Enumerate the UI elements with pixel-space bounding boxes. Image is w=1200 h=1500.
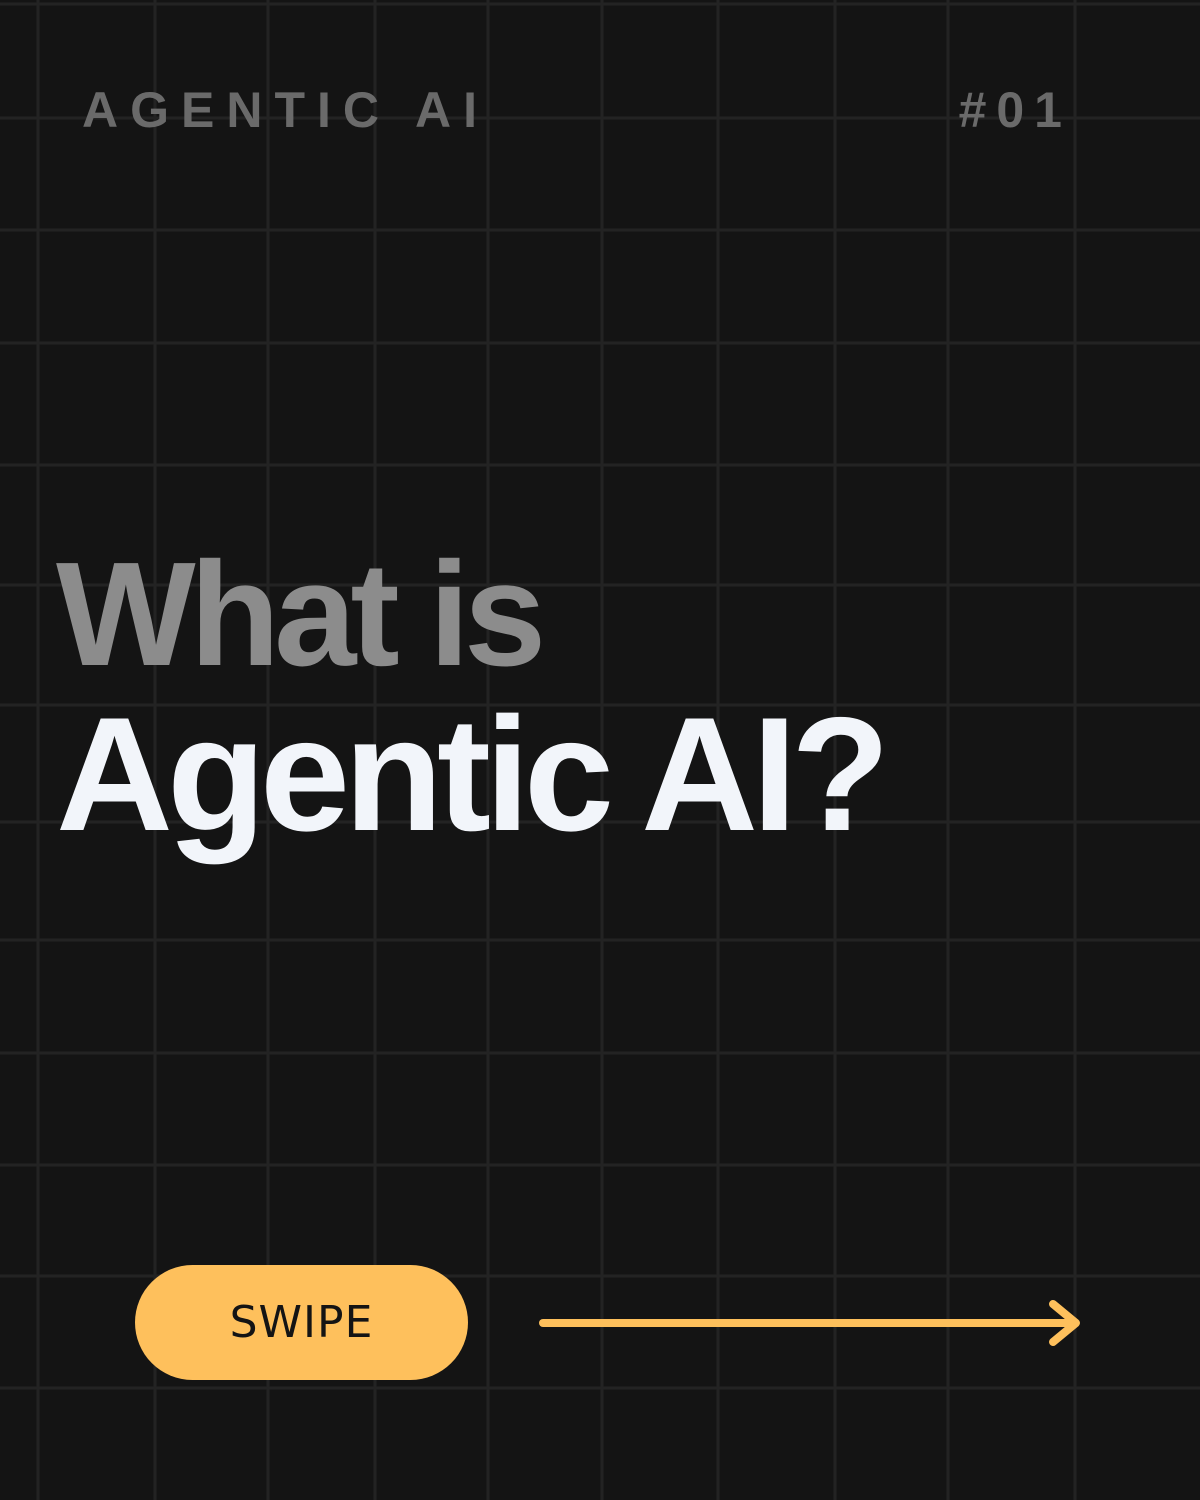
arrow-right-icon <box>539 1300 1080 1346</box>
issue-number: #01 <box>958 82 1072 138</box>
series-label: AGENTIC AI <box>82 82 490 138</box>
headline: What is Agentic AI? <box>56 532 890 865</box>
swipe-button[interactable]: SWIPE <box>135 1265 468 1380</box>
headline-line-2: Agentic AI? <box>56 684 890 865</box>
headline-line-1: What is <box>56 532 546 697</box>
carousel-slide: AGENTIC AI #01 What is Agentic AI? SWIPE <box>0 0 1200 1500</box>
